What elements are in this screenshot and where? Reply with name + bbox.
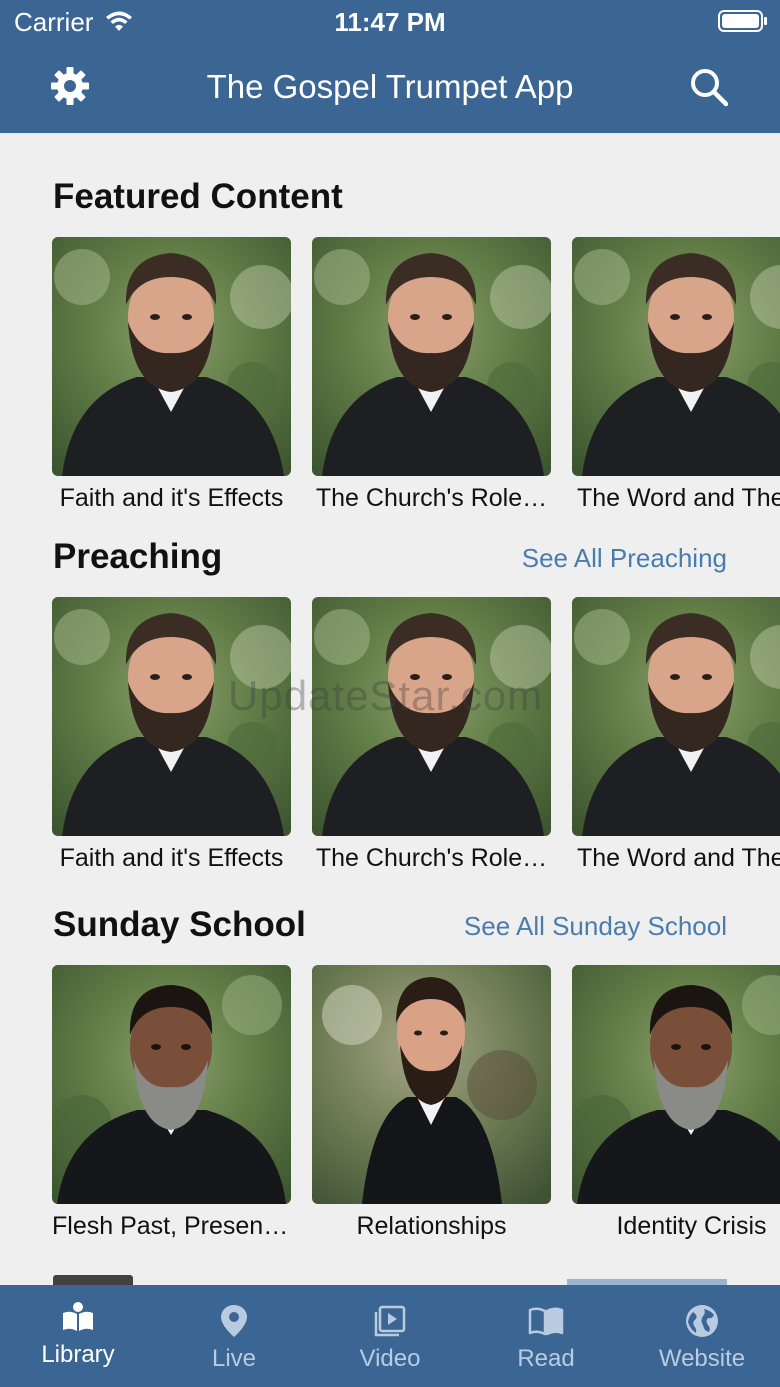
tab-label: Website (658, 1345, 746, 1372)
card-title: Flesh Past, Present… (52, 1212, 291, 1240)
tab-website[interactable]: Website (624, 1285, 780, 1387)
thumbnail-image (572, 597, 780, 836)
card-title: Faith and it's Effects (59, 484, 284, 512)
sunday-school-title: Sunday School (53, 905, 306, 944)
preaching-row[interactable]: Faith and it's Effects The Church's Role… (0, 597, 780, 887)
card-title: The Church's Role… (315, 844, 548, 872)
book-icon (63, 1302, 93, 1331)
app-header: Carrier 11:47 PM The Gospel Trumpet App (0, 0, 780, 133)
open-book-icon (528, 1307, 564, 1336)
preaching-card[interactable]: The Word and The (572, 597, 780, 873)
sunday-school-card[interactable]: Relationships (312, 965, 552, 1241)
cut-off-section-title (53, 1275, 133, 1285)
thumbnail-image (312, 597, 551, 836)
featured-card[interactable]: Faith and it's Effects (52, 237, 292, 513)
tab-label: Library (41, 1341, 115, 1368)
preaching-title: Preaching (53, 537, 223, 576)
app-title: The Gospel Trumpet App (206, 68, 574, 105)
featured-card[interactable]: The Church's Role… (312, 237, 552, 513)
sunday-school-card[interactable]: Flesh Past, Present… (52, 965, 292, 1241)
thumbnail-image (572, 965, 780, 1204)
card-title: Identity Crisis (616, 1212, 767, 1240)
next-section-peek (0, 1271, 780, 1285)
search-button[interactable] (688, 66, 730, 108)
globe-icon (686, 1305, 718, 1337)
status-bar: Carrier 11:47 PM (0, 0, 780, 44)
video-icon (374, 1305, 406, 1337)
tab-bar: Library Live Video Read Website (0, 1285, 780, 1387)
card-title: Faith and it's Effects (59, 844, 284, 872)
card-title: The Church's Role… (315, 484, 548, 512)
clock: 11:47 PM (334, 7, 446, 37)
thumbnail-image (312, 965, 551, 1204)
tab-label: Read (517, 1345, 575, 1372)
tab-live[interactable]: Live (156, 1285, 312, 1387)
sunday-school-card[interactable]: Identity Crisis (572, 965, 780, 1241)
thumbnail-image (52, 597, 291, 836)
card-title: The Word and The (577, 844, 780, 872)
nav-bar: The Gospel Trumpet App (0, 44, 780, 133)
thumbnail-image (52, 965, 291, 1204)
card-title: The Word and The (577, 484, 780, 512)
battery-icon (718, 10, 767, 32)
tab-video[interactable]: Video (312, 1285, 468, 1387)
tab-label: Live (211, 1345, 257, 1372)
card-title: Relationships (356, 1212, 507, 1240)
tab-label: Video (359, 1345, 421, 1372)
preaching-card[interactable]: The Church's Role… (312, 597, 552, 873)
thumbnail-image (52, 237, 291, 476)
featured-row[interactable]: Faith and it's Effects The Church's Role… (0, 237, 780, 527)
thumbnail-image (312, 237, 551, 476)
tab-read[interactable]: Read (468, 1285, 624, 1387)
map-pin-icon (221, 1305, 247, 1337)
preaching-card[interactable]: Faith and it's Effects (52, 597, 292, 873)
tab-library[interactable]: Library (0, 1285, 156, 1387)
search-icon (691, 69, 729, 107)
see-all-sunday-school-link[interactable]: See All Sunday School (464, 911, 727, 942)
see-all-preaching-link[interactable]: See All Preaching (522, 543, 727, 574)
thumbnail-image (572, 237, 780, 476)
sunday-school-row[interactable]: Flesh Past, Present… Relationships Ident… (0, 965, 780, 1255)
featured-title: Featured Content (53, 177, 343, 216)
library-content[interactable]: Featured Content Faith and it's Effects … (0, 133, 780, 1285)
featured-card[interactable]: The Word and The (572, 237, 780, 513)
